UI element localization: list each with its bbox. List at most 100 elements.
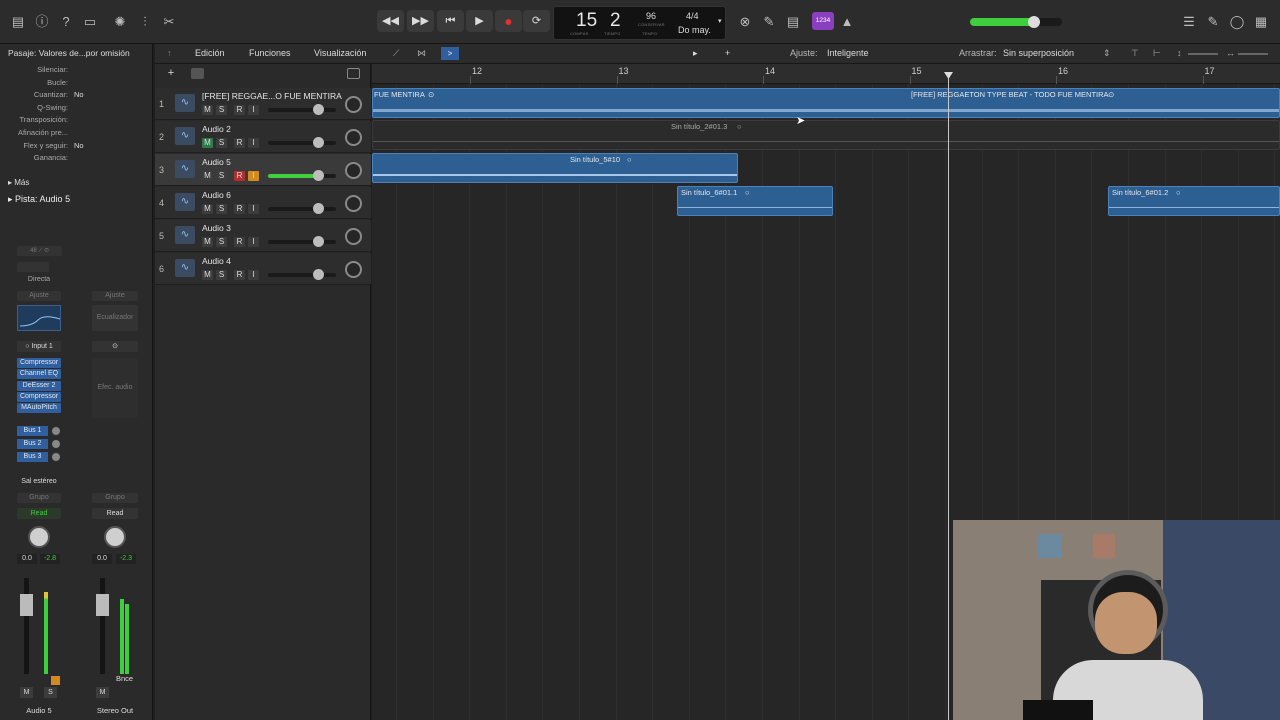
input-monitor-button[interactable]: I [248,270,259,280]
track-name[interactable]: Audio 3 [202,223,231,233]
track-header[interactable]: 3 ∿ Audio 5 MSRI [155,154,371,186]
send-slot[interactable]: Bus 1 [17,426,48,436]
strip2-link-icon[interactable]: ⊙ [92,341,138,352]
track-pan-knob[interactable] [345,195,362,212]
track-volume-slider[interactable] [268,137,336,148]
play-button[interactable]: ▶ [466,10,493,32]
more-toggle[interactable]: ▸ Más [8,178,29,187]
mute-button[interactable]: M [202,138,213,148]
inspector-row[interactable]: Ganancia: [0,153,150,165]
browser-icon[interactable]: ▦ [1252,13,1270,31]
waveform-zoom-icon[interactable]: ⇕ [1103,48,1111,59]
plugin-slot[interactable]: DeEsser 2 [17,380,61,391]
lcd-display[interactable]: 15 2 COMPÁS TIEMPO 96 CONSERVAR TEMPO 4/… [553,6,726,40]
track-pan-knob[interactable] [345,228,362,245]
track-volume-slider[interactable] [268,269,336,280]
input-monitor-button[interactable]: I [248,237,259,247]
catch-button[interactable]: > [441,47,459,60]
strip1-fader-track[interactable] [20,578,33,674]
strip2-fx[interactable]: Efec. audio [92,358,138,418]
strip1-group[interactable]: Grupo [17,493,61,503]
forward-button[interactable]: ▶▶ [407,10,434,32]
input-monitor-button[interactable]: I [248,171,259,181]
strip1-automation[interactable]: Read [17,508,61,519]
track-pan-knob[interactable] [345,96,362,113]
track-volume-slider[interactable] [268,203,336,214]
track-inspector-header[interactable]: ▸ Pista: Audio 5 [8,194,70,205]
track-name[interactable]: Audio 5 [202,157,231,167]
region-track1-a[interactable]: FUE MENTIRA ⊙ [FREE] REGGAETON TYPE BEAT… [372,88,1280,118]
track-header[interactable]: 2 ∿ Audio 2 MSRI [155,121,371,153]
strip1-pan-knob[interactable] [28,526,50,548]
track-volume-slider[interactable] [268,170,336,181]
track-volume-handle[interactable] [313,104,324,115]
track-name[interactable]: [FREE] REGGAE...O FUE MENTIRA [202,91,342,101]
lcd-dropdown-icon[interactable]: ▾ [718,17,722,25]
inspector-row[interactable]: Q-Swing: [0,103,150,115]
send-slot[interactable]: Bus 2 [17,439,48,449]
record-enable-button[interactable]: R [234,237,245,247]
mute-button[interactable]: M [202,171,213,181]
send-level-knob[interactable] [52,440,60,448]
functions-menu[interactable]: Funciones [249,48,291,58]
solo-button[interactable]: S [216,105,227,115]
horizontal-zoom-slider[interactable] [1238,53,1268,55]
track-pan-knob[interactable] [345,261,362,278]
track-header[interactable]: 5 ∿ Audio 3 MSRI [155,220,371,252]
edit-menu[interactable]: Edición [195,48,225,58]
editors-icon[interactable]: ✂ [160,13,178,31]
library-icon[interactable]: ▤ [9,13,27,31]
track-volume-slider[interactable] [268,104,336,115]
tuner-icon[interactable]: ⊗ [736,13,754,31]
track-volume-handle[interactable] [313,203,324,214]
region-track4-a[interactable]: Sin título_6#01.1 ○ [677,186,833,216]
smart-controls-icon[interactable]: ✺ [111,13,129,31]
region-track3[interactable]: Sin título_5#10 ○ [372,153,738,183]
notepad-icon[interactable]: ✎ [1204,13,1222,31]
track-header[interactable]: 4 ∿ Audio 6 MSRI [155,187,371,219]
master-volume-handle[interactable] [1028,16,1040,28]
region-inspector-header[interactable]: Pasaje: Valores de...por omisión [8,48,130,58]
track-header[interactable]: 6 ∿ Audio 4 MSRI [155,253,371,285]
toolbar-toggle-icon[interactable]: ▭ [81,13,99,31]
fit-icon[interactable]: ⊤ [1131,48,1139,59]
record-enable-button[interactable]: R [234,171,245,181]
send-slot[interactable]: Bus 3 [17,452,48,462]
strip2-automation[interactable]: Read [92,508,138,519]
solo-button[interactable]: S [216,171,227,181]
metronome-icon[interactable]: ▲ [838,13,856,31]
inspector-row[interactable]: Cuantizar: No [0,90,150,102]
track-name[interactable]: Audio 6 [202,190,231,200]
drag-select[interactable]: Sin superposición [1003,48,1074,58]
record-enable-button[interactable]: R [234,138,245,148]
mute-button[interactable]: M [202,105,213,115]
inspector-row[interactable]: Transposición: [0,115,150,127]
record-enable-button[interactable]: R [234,105,245,115]
horizontal-fit-icon[interactable]: ⊢ [1153,48,1161,59]
count-in-button[interactable]: 1234 [812,12,834,30]
track-name[interactable]: Audio 2 [202,124,231,134]
eq-thumbnail[interactable] [17,305,61,331]
inspector-icon[interactable]: ⓘ [33,13,51,31]
bar-ruler[interactable]: 12 13 14 15 16 17 [372,64,1280,84]
strip1-fader-cap[interactable] [20,594,33,616]
track-volume-handle[interactable] [313,236,324,247]
input-monitor-button[interactable]: I [248,138,259,148]
add-track-button[interactable]: + [163,67,179,80]
global-tracks-button[interactable] [347,68,360,79]
loop-browser-icon[interactable]: ◯ [1228,13,1246,31]
input-monitor-button[interactable]: I [248,204,259,214]
inspector-row-value[interactable]: No [74,90,84,99]
track-volume-handle[interactable] [313,170,324,181]
input-format[interactable] [17,262,49,272]
strip1-input-monitor[interactable] [51,676,60,685]
inspector-row[interactable]: Silenciar: [0,65,150,77]
list-editors-icon[interactable]: ☰ [1180,13,1198,31]
vertical-zoom-slider[interactable] [1188,53,1218,55]
mute-button[interactable]: M [202,270,213,280]
solo-button[interactable]: S [216,204,227,214]
back-icon[interactable]: ↑ [167,48,172,58]
flex-icon[interactable]: ⋈ [417,48,426,59]
strip1-solo[interactable]: S [44,687,57,698]
pencil-icon[interactable]: ✎ [760,13,778,31]
